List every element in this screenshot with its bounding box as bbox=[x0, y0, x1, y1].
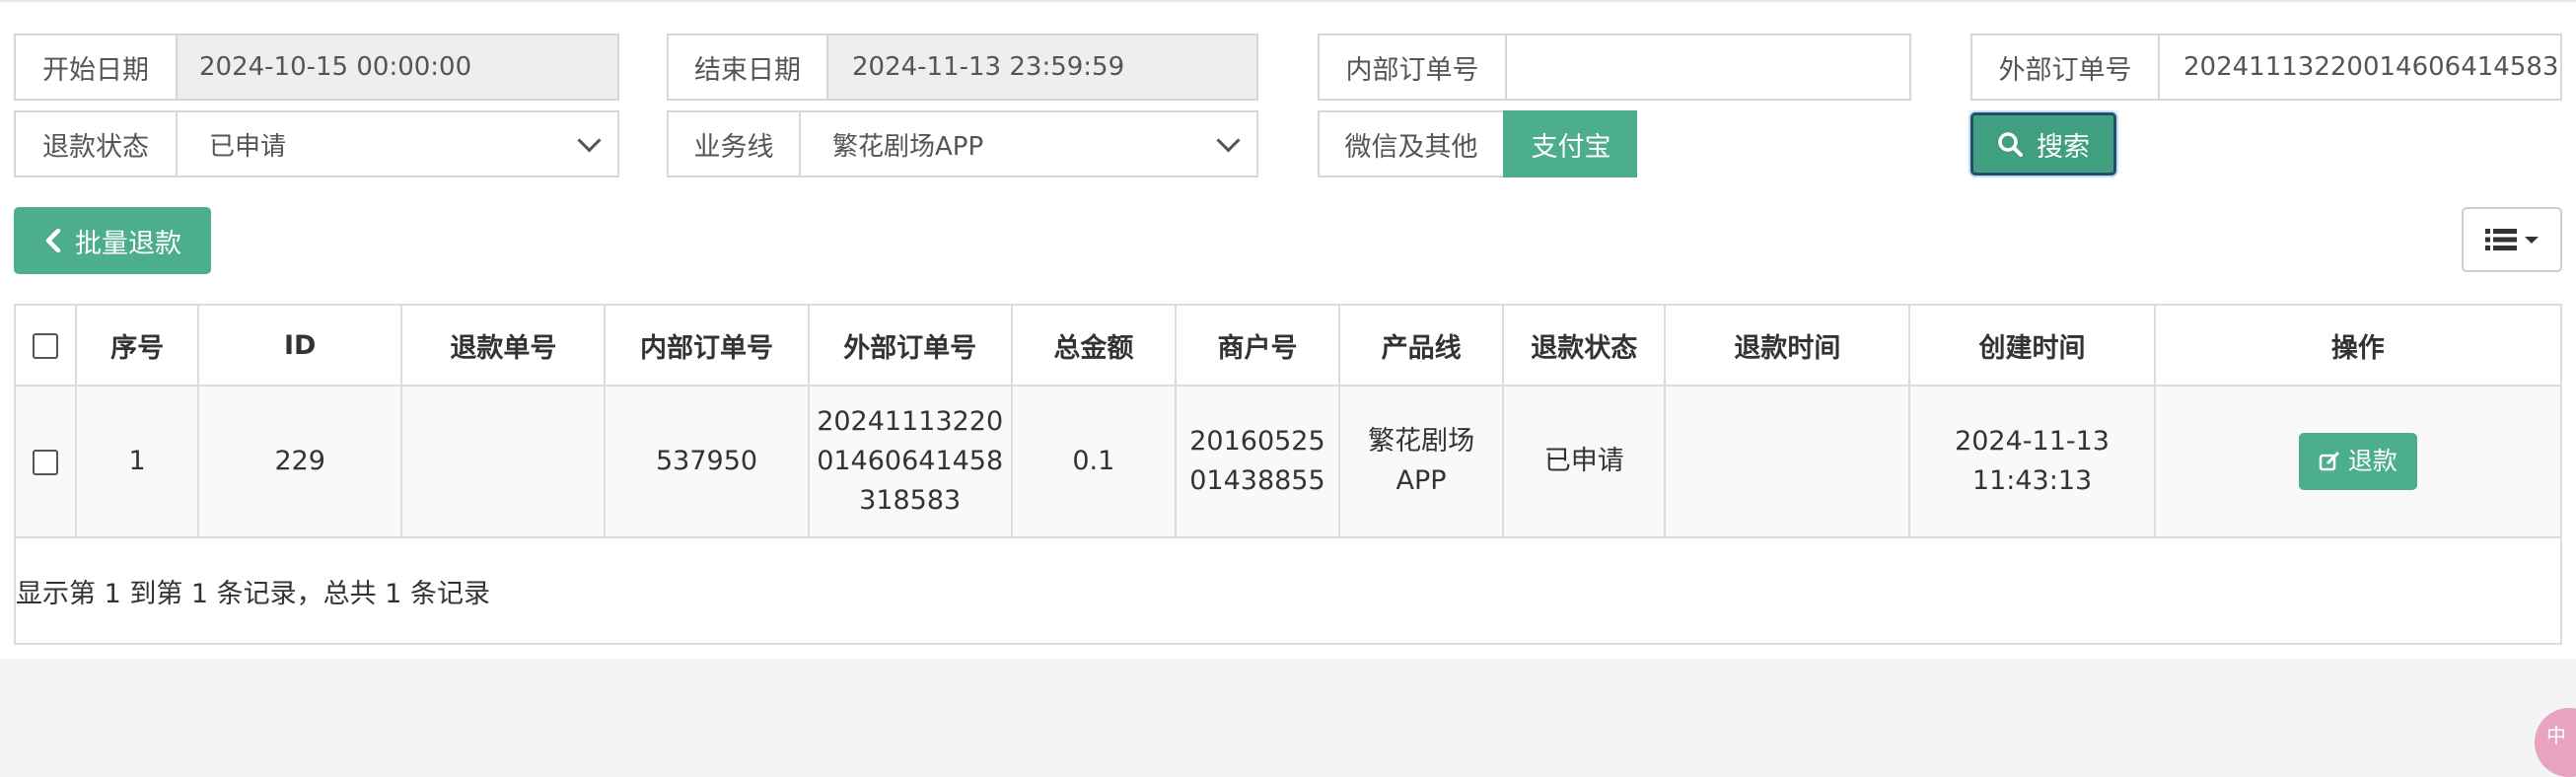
search-button[interactable]: 搜索 bbox=[1970, 112, 2116, 176]
business-line-group: 业务线 繁花剧场APP bbox=[667, 110, 1258, 177]
external-order-input[interactable]: 20241113220014606414583 bbox=[2158, 34, 2562, 101]
header-refund-time[interactable]: 退款时间 bbox=[1664, 304, 1911, 387]
chevron-down-icon bbox=[577, 127, 602, 153]
end-date-input[interactable]: 2024-11-13 23:59:59 bbox=[826, 34, 1258, 101]
table-header-row: 序号 ID 退款单号 内部订单号 外部订单号 总金额 商户号 产品线 退款状态 … bbox=[13, 304, 2563, 387]
chevron-down-icon bbox=[1216, 127, 1241, 153]
main-panel: 开始日期 2024-10-15 00:00:00 结束日期 2024-11-13… bbox=[0, 0, 2576, 659]
cell-action: 退款 bbox=[2153, 385, 2563, 538]
start-date-label: 开始日期 bbox=[14, 34, 176, 101]
end-date-label: 结束日期 bbox=[667, 34, 826, 101]
cell-refund-time bbox=[1664, 385, 1911, 538]
cell-amount: 0.1 bbox=[1010, 385, 1177, 538]
refund-table: 序号 ID 退款单号 内部订单号 外部订单号 总金额 商户号 产品线 退款状态 … bbox=[13, 304, 2563, 538]
ime-indicator[interactable]: 中 bbox=[2535, 708, 2576, 777]
external-order-line: 20241113220 bbox=[817, 406, 1004, 437]
batch-refund-label: 批量退款 bbox=[75, 228, 181, 259]
business-line-label: 业务线 bbox=[667, 110, 799, 177]
created-time: 11:43:13 bbox=[1971, 465, 2093, 496]
select-all-cell bbox=[13, 304, 78, 387]
list-icon bbox=[2485, 229, 2517, 250]
external-order-line: 318583 bbox=[859, 485, 962, 516]
header-action: 操作 bbox=[2153, 304, 2563, 387]
internal-order-input[interactable] bbox=[1505, 34, 1911, 101]
header-external-order[interactable]: 外部订单号 bbox=[807, 304, 1013, 387]
refund-status-value: 已申请 bbox=[209, 131, 287, 162]
cell-id: 229 bbox=[197, 385, 403, 538]
refund-status-group: 退款状态 已申请 bbox=[14, 110, 619, 177]
header-seq[interactable]: 序号 bbox=[75, 304, 200, 387]
header-merchant[interactable]: 商户号 bbox=[1174, 304, 1341, 387]
batch-refund-button[interactable]: 批量退款 bbox=[14, 207, 211, 274]
merchant-line: 20160525 bbox=[1189, 426, 1325, 457]
header-amount[interactable]: 总金额 bbox=[1010, 304, 1177, 387]
external-order-line: 01460641458 bbox=[817, 446, 1004, 476]
cell-external-order: 20241113220 01460641458 318583 bbox=[807, 385, 1013, 538]
refund-button-label: 退款 bbox=[2347, 447, 2397, 475]
refund-status-label: 退款状态 bbox=[14, 110, 176, 177]
refund-button[interactable]: 退款 bbox=[2298, 433, 2417, 490]
chevron-left-icon bbox=[45, 228, 61, 253]
search-label: 搜索 bbox=[2037, 131, 2090, 163]
edit-icon bbox=[2319, 451, 2339, 471]
caret-down-icon bbox=[2525, 237, 2539, 244]
cell-product-line: 繁花剧场 APP bbox=[1338, 385, 1505, 538]
pagination-info: 显示第 1 到第 1 条记录，总共 1 条记录 bbox=[16, 579, 491, 609]
cell-seq: 1 bbox=[75, 385, 200, 538]
created-date: 2024-11-13 bbox=[1955, 426, 2110, 457]
cell-merchant: 20160525 01438855 bbox=[1174, 385, 1341, 538]
business-line-value: 繁花剧场APP bbox=[832, 131, 984, 162]
header-created-time[interactable]: 创建时间 bbox=[1908, 304, 2156, 387]
pay-wechat-other-button[interactable]: 微信及其他 bbox=[1318, 110, 1503, 177]
product-line-line: 繁花剧场 bbox=[1368, 426, 1475, 457]
internal-order-group: 内部订单号 bbox=[1318, 34, 1911, 101]
end-date-group: 结束日期 2024-11-13 23:59:59 bbox=[667, 34, 1258, 101]
business-line-select[interactable]: 繁花剧场APP bbox=[799, 110, 1258, 177]
header-id[interactable]: ID bbox=[197, 304, 403, 387]
product-line-line: APP bbox=[1395, 465, 1447, 496]
merchant-line: 01438855 bbox=[1189, 465, 1325, 496]
select-all-checkbox[interactable] bbox=[33, 333, 59, 359]
search-icon bbox=[1998, 132, 2023, 157]
header-refund-no[interactable]: 退款单号 bbox=[400, 304, 607, 387]
internal-order-label: 内部订单号 bbox=[1318, 34, 1505, 101]
row-select-cell bbox=[13, 385, 78, 538]
row-checkbox[interactable] bbox=[33, 449, 59, 475]
cell-refund-no bbox=[400, 385, 607, 538]
payment-type-group: 微信及其他 支付宝 bbox=[1318, 110, 1637, 177]
cell-refund-status: 已申请 bbox=[1502, 385, 1667, 538]
header-refund-status[interactable]: 退款状态 bbox=[1502, 304, 1667, 387]
table-row: 1 229 537950 20241113220 01460641458 318… bbox=[13, 385, 2563, 538]
external-order-label: 外部订单号 bbox=[1970, 34, 2158, 101]
start-date-group: 开始日期 2024-10-15 00:00:00 bbox=[14, 34, 619, 101]
columns-toggle-button[interactable] bbox=[2462, 207, 2562, 272]
pay-alipay-button[interactable]: 支付宝 bbox=[1503, 110, 1637, 177]
start-date-input[interactable]: 2024-10-15 00:00:00 bbox=[176, 34, 619, 101]
external-order-group: 外部订单号 20241113220014606414583 bbox=[1970, 34, 2562, 101]
cell-created-time: 2024-11-13 11:43:13 bbox=[1908, 385, 2156, 538]
header-internal-order[interactable]: 内部订单号 bbox=[604, 304, 810, 387]
cell-internal-order: 537950 bbox=[604, 385, 810, 538]
header-product-line[interactable]: 产品线 bbox=[1338, 304, 1505, 387]
refund-status-select[interactable]: 已申请 bbox=[176, 110, 619, 177]
